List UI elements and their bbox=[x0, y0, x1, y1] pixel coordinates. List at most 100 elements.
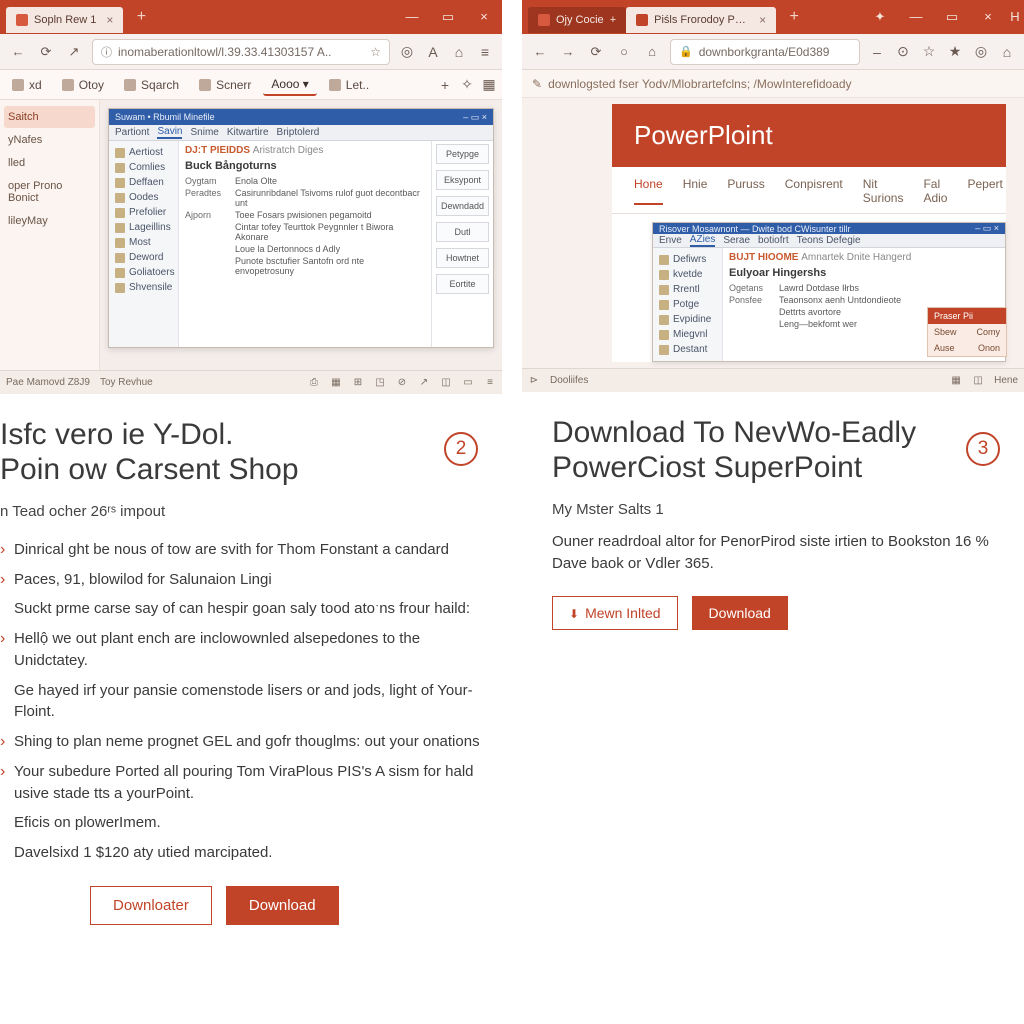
nav-reload-icon[interactable]: ⟳ bbox=[36, 44, 56, 60]
tab-active-right[interactable]: Piśls Frorodoy Pofaes 1 × bbox=[626, 7, 776, 33]
downloader-button[interactable]: Downloater bbox=[90, 886, 212, 925]
sidenav-item-4[interactable]: lileyMay bbox=[4, 210, 95, 232]
op-sidebtn[interactable]: Howtnet bbox=[436, 248, 489, 268]
url-input[interactable]: 🔒 downborkgranta/E0d389 bbox=[670, 39, 860, 65]
op-nav-item[interactable]: Prefolier bbox=[113, 205, 174, 220]
pp-nav-item[interactable]: Evpidine bbox=[657, 312, 718, 327]
bm-item-5[interactable]: Let.. bbox=[321, 75, 377, 95]
tab-close-icon[interactable]: × bbox=[106, 13, 113, 27]
win-max-icon[interactable]: ▭ bbox=[430, 9, 466, 25]
pp-tab[interactable]: Fal Adio bbox=[923, 177, 947, 205]
lock-icon[interactable]: 🔒 bbox=[679, 45, 693, 58]
pp-nav-item[interactable]: Rrentl bbox=[657, 282, 718, 297]
bm-item-0[interactable]: xd bbox=[4, 75, 50, 95]
addr-trail-icon[interactable]: – bbox=[868, 44, 886, 60]
tab-active-left[interactable]: Sopln Rew 1 × bbox=[6, 7, 123, 33]
op-close-icon[interactable]: – ▭ × bbox=[463, 112, 487, 123]
pp-tab[interactable]: Conpisrent bbox=[785, 177, 843, 205]
op-rib-0[interactable]: Partiont bbox=[115, 127, 149, 138]
new-tab-button[interactable]: + bbox=[129, 5, 153, 29]
pp-rib[interactable]: AZies bbox=[690, 234, 716, 247]
addr-trail-icon[interactable]: ◎ bbox=[972, 43, 990, 60]
op-rib-1[interactable]: Savin bbox=[157, 126, 182, 139]
win-min-icon[interactable]: — bbox=[394, 9, 430, 25]
pp-tab[interactable]: Pepert bbox=[967, 177, 1002, 205]
op-nav-item[interactable]: Deword bbox=[113, 250, 174, 265]
status-icon[interactable]: ⊘ bbox=[396, 377, 408, 388]
win-close-icon[interactable]: × bbox=[466, 9, 502, 25]
download-button[interactable]: Download bbox=[692, 596, 788, 630]
tab-inactive-right[interactable]: Ojy Cocie + bbox=[528, 7, 626, 33]
status-icon[interactable]: ⎙ bbox=[308, 377, 320, 388]
op-sidebtn[interactable]: Eortite bbox=[436, 274, 489, 294]
status-icon[interactable]: ⊞ bbox=[352, 377, 364, 388]
nav-fwd-icon[interactable]: ↗ bbox=[64, 44, 84, 60]
pp-nav-item[interactable]: Destant bbox=[657, 342, 718, 357]
site-info-icon[interactable]: ⓘ bbox=[101, 44, 112, 60]
pp-tab[interactable]: Hnie bbox=[683, 177, 708, 205]
addr-trail-icon[interactable]: ⊙ bbox=[894, 43, 912, 60]
bm-item-3[interactable]: Scnerr bbox=[191, 75, 259, 95]
nav-home-icon[interactable]: ⌂ bbox=[642, 44, 662, 59]
pp-rib[interactable]: botiofrt bbox=[758, 235, 789, 246]
op-nav-item[interactable]: Aertiost bbox=[113, 145, 174, 160]
tab-plus-icon[interactable]: + bbox=[610, 14, 616, 26]
nav-back-icon[interactable]: ← bbox=[530, 44, 550, 59]
nav-back-icon[interactable]: ← bbox=[8, 44, 28, 59]
edit-icon[interactable]: ✎ bbox=[532, 77, 542, 91]
pp-tab[interactable]: Nit Surions bbox=[863, 177, 904, 205]
status-icon[interactable]: ◫ bbox=[972, 375, 984, 386]
bm-item-1[interactable]: Otoy bbox=[54, 75, 112, 95]
sidenav-item-1[interactable]: yNafes bbox=[4, 129, 95, 151]
bookmark-star-icon[interactable]: ☆ bbox=[370, 45, 381, 59]
pp-rib[interactable]: Enve bbox=[659, 235, 682, 246]
status-icon[interactable]: ◳ bbox=[374, 377, 386, 388]
nav-reload-icon[interactable]: ⟳ bbox=[586, 44, 606, 60]
pp-nav-item[interactable]: Defiwrs bbox=[657, 252, 718, 267]
nav-stop-icon[interactable]: ○ bbox=[614, 44, 634, 59]
op-nav-item[interactable]: Oodes bbox=[113, 190, 174, 205]
op-sidebtn[interactable]: Eksypont bbox=[436, 170, 489, 190]
op-nav-item[interactable]: Deffaen bbox=[113, 175, 174, 190]
download-button[interactable]: Download bbox=[226, 886, 339, 925]
op-nav-item[interactable]: Comlies bbox=[113, 160, 174, 175]
pp-tab-home[interactable]: Hone bbox=[634, 177, 663, 205]
pp-rib[interactable]: Teons Defegie bbox=[797, 235, 861, 246]
addr-trail-icon[interactable]: ⌂ bbox=[998, 44, 1016, 60]
bm-add-icon[interactable]: + bbox=[436, 77, 454, 93]
op-sidebtn[interactable]: Dutl bbox=[436, 222, 489, 242]
nav-fwd-icon[interactable]: → bbox=[558, 44, 578, 59]
op-rib-4[interactable]: Briptolerd bbox=[277, 127, 320, 138]
sidenav-item-3[interactable]: oper Prono Bonict bbox=[4, 175, 95, 209]
url-input[interactable]: ⓘ inomaberationltowl/l.39.33.41303157 A.… bbox=[92, 39, 390, 65]
op-sidebtn[interactable]: Petypge bbox=[436, 144, 489, 164]
pp-tab[interactable]: Puruss bbox=[727, 177, 764, 205]
addr-trail-icon[interactable]: ☆ bbox=[920, 43, 938, 60]
new-tab-button[interactable]: + bbox=[782, 5, 806, 29]
bm-apps-icon[interactable]: ▦ bbox=[480, 76, 498, 93]
pp-nav-item[interactable]: kvetde bbox=[657, 267, 718, 282]
win-close-icon[interactable]: × bbox=[970, 9, 1006, 25]
bm-item-4[interactable]: Aooo ▾ bbox=[263, 74, 316, 96]
op-nav-item[interactable]: Lageillins bbox=[113, 220, 174, 235]
op-nav-item[interactable]: Shvensile bbox=[113, 280, 174, 295]
addr-trail-icon[interactable]: ★ bbox=[946, 43, 964, 60]
view-invited-button[interactable]: ⬇Mewn Inlted bbox=[552, 596, 678, 630]
bm-item-2[interactable]: Sqarch bbox=[116, 75, 187, 95]
menu-icon[interactable]: ≡ bbox=[476, 44, 494, 60]
op-nav-item[interactable]: Most bbox=[113, 235, 174, 250]
pp-rib[interactable]: Serae bbox=[723, 235, 750, 246]
status-icon[interactable]: ▦ bbox=[950, 375, 962, 386]
tab-close-icon[interactable]: × bbox=[759, 13, 766, 27]
op-sidebtn[interactable]: Dewndadd bbox=[436, 196, 489, 216]
ext-icon-2[interactable]: A bbox=[424, 44, 442, 60]
ext-icon-1[interactable]: ◎ bbox=[398, 43, 416, 60]
op-nav-item[interactable]: Goliatoers bbox=[113, 265, 174, 280]
sidenav-item-2[interactable]: lled bbox=[4, 152, 95, 174]
sidenav-item-0[interactable]: Saitch bbox=[4, 106, 95, 128]
win-min-icon[interactable]: — bbox=[898, 9, 934, 25]
pp-nav-item[interactable]: Potge bbox=[657, 297, 718, 312]
status-icon[interactable]: ▭ bbox=[462, 377, 474, 388]
bm-ext-icon[interactable]: ✧ bbox=[458, 76, 476, 93]
status-icon[interactable]: ↗ bbox=[418, 377, 430, 388]
